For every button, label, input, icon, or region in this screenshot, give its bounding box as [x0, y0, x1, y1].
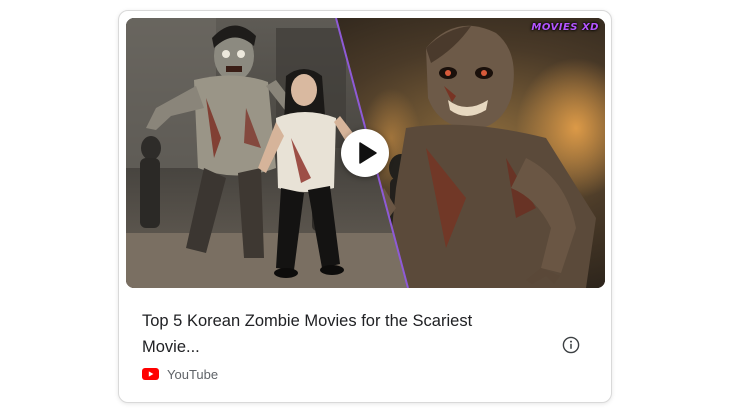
video-thumbnail[interactable]: MOVIES XD — [126, 18, 605, 288]
video-title-line-2: Movie... — [142, 338, 200, 356]
video-title[interactable]: Top 5 Korean Zombie Movies for the Scari… — [142, 308, 522, 360]
source-label: YouTube — [167, 366, 219, 382]
play-icon — [359, 142, 377, 164]
play-button[interactable] — [341, 129, 389, 177]
youtube-icon — [142, 368, 159, 380]
video-source: YouTube — [142, 365, 218, 383]
info-icon[interactable] — [562, 336, 580, 354]
thumbnail-watermark: MOVIES XD — [531, 22, 599, 33]
video-result-card[interactable]: MOVIES XD Top 5 Korean Zombie Movies for… — [118, 10, 612, 403]
video-title-line-1: Top 5 Korean Zombie Movies for the Scari… — [142, 312, 473, 330]
